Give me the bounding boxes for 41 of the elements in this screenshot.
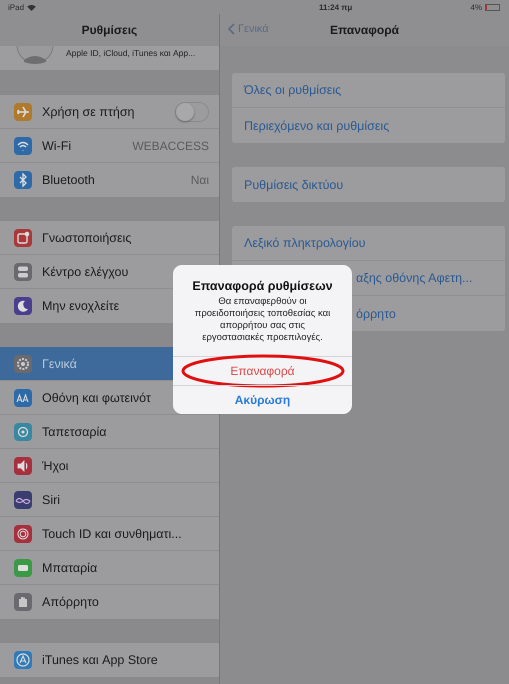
settings-item-label: Siri xyxy=(42,492,62,506)
settings-item-label: Ήχοι xyxy=(42,458,70,472)
settings-item-label: Ταπετσαρία xyxy=(42,424,108,438)
settings-item-label: Μην ενοχλείτε xyxy=(42,299,120,313)
settings-item-label: Wi-Fi xyxy=(42,138,72,152)
sidebar-title: Ρυθμίσεις xyxy=(82,23,138,37)
settings-item-label: Bluetooth xyxy=(42,173,96,187)
settings-item-label: Κέντρο ελέγχου xyxy=(42,264,130,278)
chevron-left-icon xyxy=(228,23,235,35)
device-name: iPad xyxy=(8,2,24,12)
alert-message: Θα επαναφερθούν οι προειδοποιήσεις τοποθεσίας και απορρήτου σας στις εργοστασιακές προεπιλογές. xyxy=(194,296,332,344)
settings-item[interactable]: Wi-Fi WEBACCESS xyxy=(0,129,219,163)
setting-value: WEBACCESS xyxy=(132,138,209,152)
settings-item[interactable]: iTunes και App Store xyxy=(0,643,219,677)
setting-value: Ναι xyxy=(190,173,209,187)
settings-item-label: Απόρρητο xyxy=(42,595,100,609)
wifi-icon xyxy=(27,4,36,10)
settings-item[interactable]: Touch ID και συνθηματι... xyxy=(0,517,219,551)
settings-item-label: Γνωστοποιήσεις xyxy=(42,230,132,244)
settings-item[interactable]: Ήχοι xyxy=(0,449,219,483)
settings-item[interactable]: Χρήση σε πτήση xyxy=(0,95,219,129)
toggle-switch[interactable] xyxy=(175,102,209,122)
settings-item-label: iTunes και App Store xyxy=(42,653,159,667)
settings-item[interactable]: Μπαταρία xyxy=(0,551,219,585)
status-time: 11:24 πμ xyxy=(318,2,354,12)
settings-item-label: Χρήση σε πτήση xyxy=(42,104,136,118)
settings-item[interactable]: Ταπετσαρία xyxy=(0,415,219,449)
page-title: Επαναφορά xyxy=(330,23,399,37)
settings-item-label: Γενικά xyxy=(42,356,78,370)
battery-icon xyxy=(485,4,501,10)
settings-item-label: Οθόνη και φωτεινότ xyxy=(42,390,152,404)
settings-item-label: Touch ID και συνθηματι... xyxy=(42,526,183,540)
alert-button[interactable]: Ακύρωση xyxy=(224,386,300,414)
settings-item[interactable]: Siri xyxy=(0,483,219,517)
settings-item[interactable]: Απόρρητο xyxy=(0,585,219,619)
profile-row[interactable]: Apple ID, iCloud, iTunes και App... xyxy=(0,46,219,70)
settings-item[interactable]: Bluetooth Ναι xyxy=(0,163,219,197)
settings-item[interactable]: Γνωστοποιήσεις xyxy=(0,221,219,255)
settings-item-label: Μπαταρία xyxy=(42,560,98,574)
profile-subtitle: Apple ID, iCloud, iTunes και App... xyxy=(66,48,196,58)
battery-percent: 4% xyxy=(470,2,482,12)
